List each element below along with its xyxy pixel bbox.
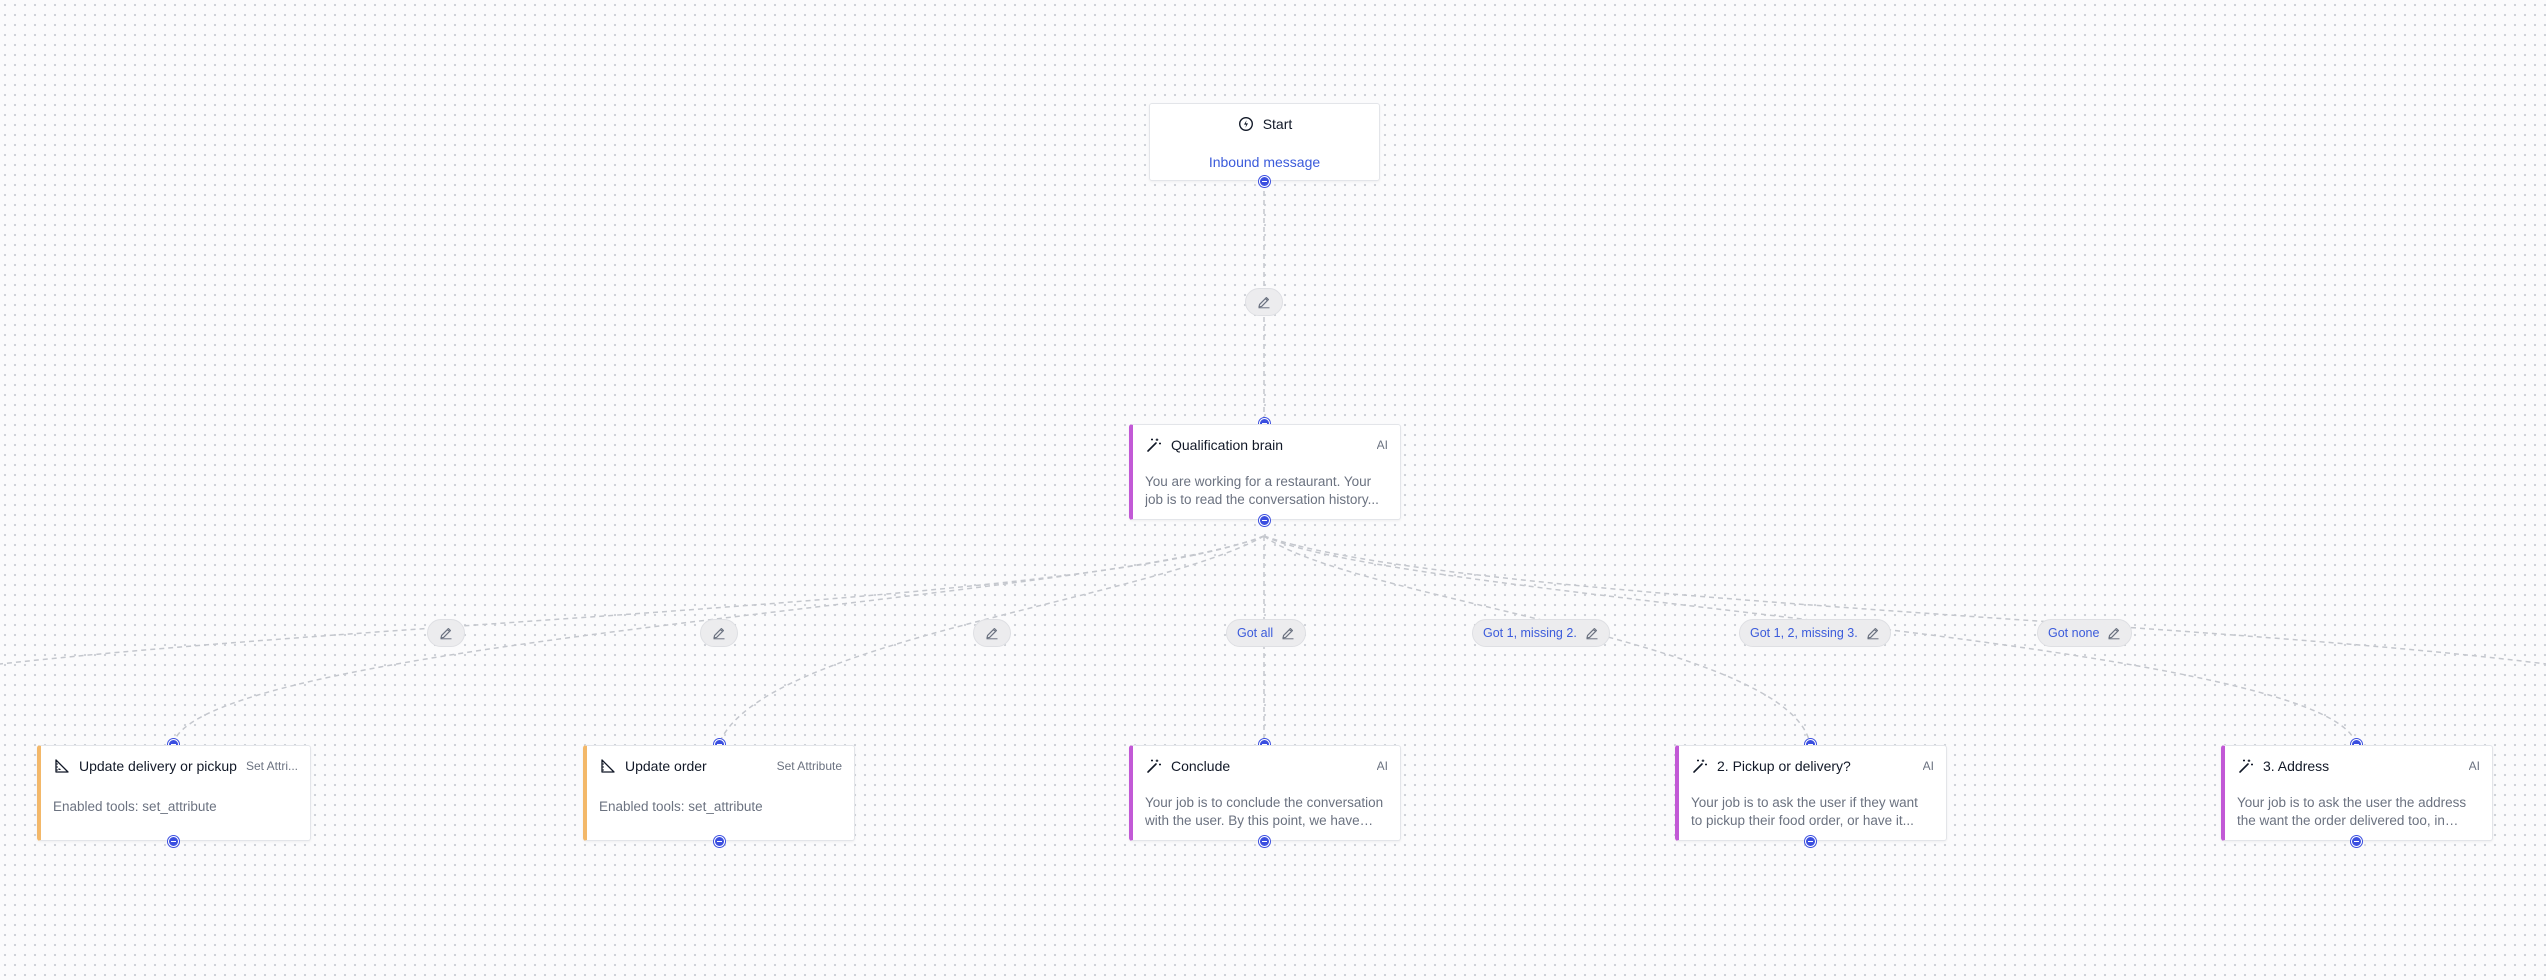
node-body: Your job is to ask the user the address … [2237,795,2467,828]
node-tag: AI [1922,759,1934,773]
edge-label-got-all[interactable]: Got all [1226,619,1307,647]
node-header: Conclude AI [1145,756,1388,776]
edge-label-got-1-2-missing-3[interactable]: Got 1, 2, missing 3. [1739,619,1891,647]
node-tag: AI [2468,759,2480,773]
pencil-icon[interactable] [1866,626,1880,640]
edge-label-text: Got all [1237,626,1274,640]
edge-label-branch-3[interactable] [973,619,1011,647]
node-tag: AI [1376,759,1388,773]
ruler-triangle-icon [599,757,617,775]
brain-node-header: Qualification brain AI [1145,435,1388,455]
node-body: Enabled tools: set_attribute [53,799,217,814]
pencil-icon[interactable] [1585,626,1599,640]
node-tag: Set Attribute [776,759,842,773]
node-title: Conclude [1171,758,1231,774]
node-title: Update order [625,758,707,774]
brain-node-body: You are working for a restaurant. Your j… [1145,474,1379,507]
inbound-message-link[interactable]: Inbound message [1150,154,1379,170]
edge-brain-to-right-offscreen [1263,535,2546,665]
magic-wand-icon [1145,757,1163,775]
node-title: 3. Address [2263,758,2330,774]
start-node[interactable]: Start Inbound message [1149,103,1380,181]
start-node-title: Start [1262,116,1293,132]
magic-wand-icon [2237,757,2255,775]
brain-output-handle[interactable] [1259,515,1270,526]
edge-label-got-1-missing-2[interactable]: Got 1, missing 2. [1472,619,1610,647]
pencil-icon[interactable] [1281,626,1295,640]
conclude-node[interactable]: Conclude AI Your job is to conclude the … [1129,745,1401,841]
node-body: Your job is to ask the user if they want… [1691,795,1918,828]
node-header: Update order Set Attribute [599,756,842,776]
pencil-icon[interactable] [2107,626,2121,640]
edge-label-start[interactable] [1245,288,1283,316]
address-node[interactable]: 3. Address AI Your job is to ask the use… [2221,745,2493,841]
ruler-triangle-icon [53,757,71,775]
power-icon [1237,115,1255,133]
update-delivery-output-handle[interactable] [168,836,179,847]
start-node-header: Start [1150,114,1379,134]
brain-node-title: Qualification brain [1171,437,1284,453]
node-title: 2. Pickup or delivery? [1717,758,1851,774]
update-delivery-or-pickup-node[interactable]: Update delivery or pickup Set Attri... E… [37,745,311,841]
pencil-icon[interactable] [712,626,726,640]
conclude-output-handle[interactable] [1259,836,1270,847]
pickup-or-delivery-node[interactable]: 2. Pickup or delivery? AI Your job is to… [1675,745,1947,841]
node-header: 3. Address AI [2237,756,2480,776]
node-body: Your job is to conclude the conversation… [1145,795,1384,828]
edge-label-got-none[interactable]: Got none [2037,619,2133,647]
qualification-brain-node[interactable]: Qualification brain AI You are working f… [1129,424,1401,520]
magic-wand-icon [1145,436,1163,454]
edge-label-branch-1[interactable] [427,619,465,647]
brain-node-tag: AI [1376,438,1388,452]
pencil-icon[interactable] [439,626,453,640]
node-tag: Set Attri... [245,759,298,773]
update-order-output-handle[interactable] [714,836,725,847]
start-output-handle[interactable] [1259,176,1270,187]
pencil-icon[interactable] [985,626,999,640]
pencil-icon[interactable] [1257,295,1271,309]
address-output-handle[interactable] [2351,836,2362,847]
edge-label-text: Got 1, missing 2. [1483,626,1577,640]
magic-wand-icon [1691,757,1709,775]
node-title: Update delivery or pickup [79,758,237,774]
edge-brain-to-left-offscreen [0,535,1265,665]
node-header: Update delivery or pickup Set Attri... [53,756,298,776]
update-order-node[interactable]: Update order Set Attribute Enabled tools… [583,745,855,841]
node-body: Enabled tools: set_attribute [599,799,763,814]
edge-label-text: Got 1, 2, missing 3. [1750,626,1858,640]
pickup-output-handle[interactable] [1805,836,1816,847]
edge-label-text: Got none [2048,626,2100,640]
node-header: 2. Pickup or delivery? AI [1691,756,1934,776]
edge-label-branch-2[interactable] [700,619,738,647]
